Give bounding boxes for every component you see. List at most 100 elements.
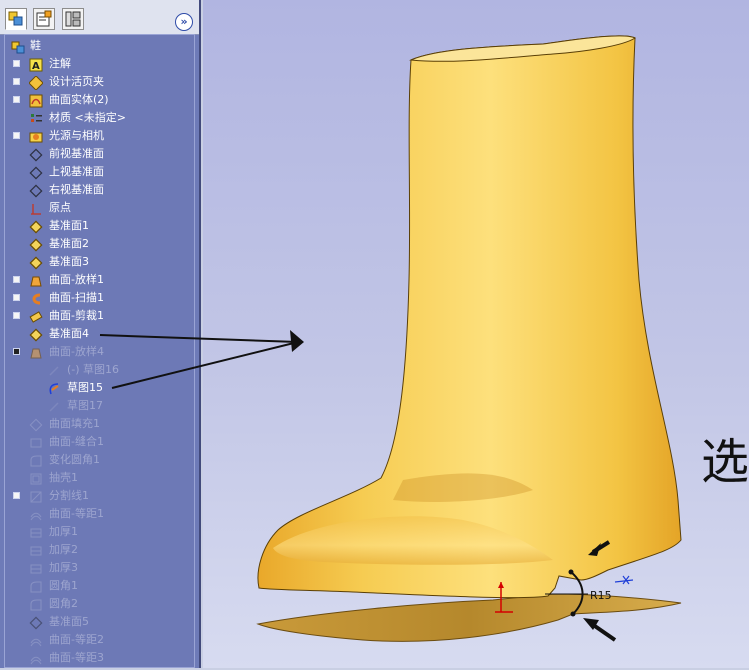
tree-item-label: 曲面实体(2) [49, 93, 109, 106]
tree-item-14[interactable]: 曲面-扫描1 [5, 289, 195, 307]
tree-item-24[interactable]: 抽壳1 [5, 469, 195, 487]
tree-item-label: 抽壳1 [49, 471, 78, 484]
sole-surface [256, 593, 682, 642]
tree-item-label: 曲面-放样1 [49, 273, 104, 286]
surface-offset-icon [29, 507, 43, 521]
expand-toggle-icon[interactable] [13, 294, 20, 301]
model-view: R15 选 [256, 35, 749, 642]
tree-item-4[interactable]: 材质 <未指定> [5, 109, 195, 127]
surface-loft-icon [29, 345, 43, 359]
tree-item-28[interactable]: 加厚2 [5, 541, 195, 559]
tree-item-10[interactable]: 基准面1 [5, 217, 195, 235]
expand-toggle-icon[interactable] [13, 492, 20, 499]
tree-root-part[interactable]: 鞋 [5, 37, 195, 55]
plane-icon [29, 183, 43, 198]
feature-manager-tab[interactable] [5, 8, 27, 30]
tree-item-22[interactable]: 曲面-缝合1 [5, 433, 195, 451]
tree-item-5[interactable]: 光源与相机 [5, 127, 195, 145]
tree-item-label: 基准面1 [49, 219, 89, 232]
collapse-toggle-icon[interactable] [13, 348, 20, 355]
tree-item-33[interactable]: 曲面-等距2 [5, 631, 195, 649]
dimension-label[interactable]: R15 [590, 589, 612, 602]
sketch-icon [47, 363, 61, 377]
tree-item-29[interactable]: 加厚3 [5, 559, 195, 577]
tree-item-8[interactable]: 右视基准面 [5, 181, 195, 199]
surface-knit-icon [29, 435, 43, 449]
fillet-icon [29, 453, 43, 467]
tree-item-6[interactable]: 前视基准面 [5, 145, 195, 163]
tree-item-23[interactable]: 变化圆角1 [5, 451, 195, 469]
tree-item-label: 曲面-等距2 [49, 633, 104, 646]
property-icon [36, 10, 52, 27]
tree-item-26[interactable]: 曲面-等距1 [5, 505, 195, 523]
tree-item-17[interactable]: 曲面-放样4 [5, 343, 195, 361]
plane-icon [29, 615, 43, 630]
tree-item-9[interactable]: 原点 [5, 199, 195, 217]
tree-item-label: 基准面3 [49, 255, 89, 268]
tree-item-19[interactable]: 草图15 [5, 379, 195, 397]
tree-item-label: 曲面-等距1 [49, 507, 104, 520]
expand-toggle-icon[interactable] [13, 96, 20, 103]
design-binder-icon [28, 75, 44, 91]
origin-icon [29, 201, 43, 215]
tree-item-label: 曲面-放样4 [49, 345, 104, 358]
tree-item-11[interactable]: 基准面2 [5, 235, 195, 253]
expand-toggle-icon[interactable] [13, 132, 20, 139]
surface-trim-icon [29, 309, 43, 323]
tree-item-label: 光源与相机 [49, 129, 104, 142]
expand-toggle-icon[interactable] [13, 78, 20, 85]
svg-text:A: A [32, 61, 40, 72]
split-line-icon [29, 489, 43, 503]
tree-item-16[interactable]: 基准面4 [5, 325, 195, 343]
plane-yellow-icon [29, 327, 43, 342]
boot-surface [257, 35, 682, 599]
tree-item-20[interactable]: 草图17 [5, 397, 195, 415]
thicken-icon [29, 561, 43, 575]
tree-item-2[interactable]: 设计活页夹 [5, 73, 195, 91]
tree-item-label: 曲面-缝合1 [49, 435, 104, 448]
configuration-manager-tab[interactable] [62, 8, 84, 30]
surface-offset-icon [29, 651, 43, 665]
surface-offset-icon [29, 633, 43, 647]
tree-item-18[interactable]: (-) 草图16 [5, 361, 195, 379]
tree-item-label: 加厚2 [49, 543, 78, 556]
property-manager-tab[interactable] [33, 8, 55, 30]
expand-toggle-icon[interactable] [13, 312, 20, 319]
tree-item-34[interactable]: 曲面-等距3 [5, 649, 195, 667]
tree-item-label: 右视基准面 [49, 183, 104, 196]
tree-item-31[interactable]: 圆角2 [5, 595, 195, 613]
graphics-viewport[interactable]: R15 选 [203, 0, 749, 668]
tree-item-21[interactable]: 曲面填充1 [5, 415, 195, 433]
expand-toggle-icon[interactable] [13, 276, 20, 283]
expand-toggle-icon[interactable] [13, 60, 20, 67]
tree-item-13[interactable]: 曲面-放样1 [5, 271, 195, 289]
tree-item-label: 分割线1 [49, 489, 89, 502]
expand-panel-button[interactable]: » [175, 13, 193, 31]
tree-item-25[interactable]: 分割线1 [5, 487, 195, 505]
feature-manager-panel: » 鞋 A 注解 设计活页夹曲面实体(2) 材质 <未指定> 光源与相机前视基准面 上视基… [0, 0, 201, 668]
plane-icon [29, 147, 43, 162]
tree-root-label: 鞋 [30, 39, 41, 52]
tree-item-27[interactable]: 加厚1 [5, 523, 195, 541]
tree-item-7[interactable]: 上视基准面 [5, 163, 195, 181]
tree-item-3[interactable]: 曲面实体(2) [5, 91, 195, 109]
tree-item-30[interactable]: 圆角1 [5, 577, 195, 595]
tree-item-label: 加厚1 [49, 525, 78, 538]
sketch-active-icon [47, 381, 61, 395]
panel-tab-bar: » [0, 0, 199, 35]
thicken-icon [29, 543, 43, 557]
tree-item-1[interactable]: A 注解 [5, 55, 195, 73]
tree-item-label: 草图17 [67, 399, 103, 412]
feature-tree: 鞋 A 注解 设计活页夹曲面实体(2) 材质 <未指定> 光源与相机前视基准面 上视基准面… [4, 34, 195, 668]
tree-item-15[interactable]: 曲面-剪裁1 [5, 307, 195, 325]
plane-yellow-icon [29, 255, 43, 270]
tree-item-label: (-) 草图16 [67, 363, 120, 376]
tree-item-12[interactable]: 基准面3 [5, 253, 195, 271]
surface-fill-icon [29, 417, 43, 432]
material-icon [29, 111, 43, 125]
surface-bodies-icon [29, 93, 43, 108]
tree-item-label: 基准面4 [49, 327, 89, 340]
tree-item-label: 曲面-扫描1 [49, 291, 104, 304]
tree-item-32[interactable]: 基准面5 [5, 613, 195, 631]
part-icon [11, 39, 25, 54]
